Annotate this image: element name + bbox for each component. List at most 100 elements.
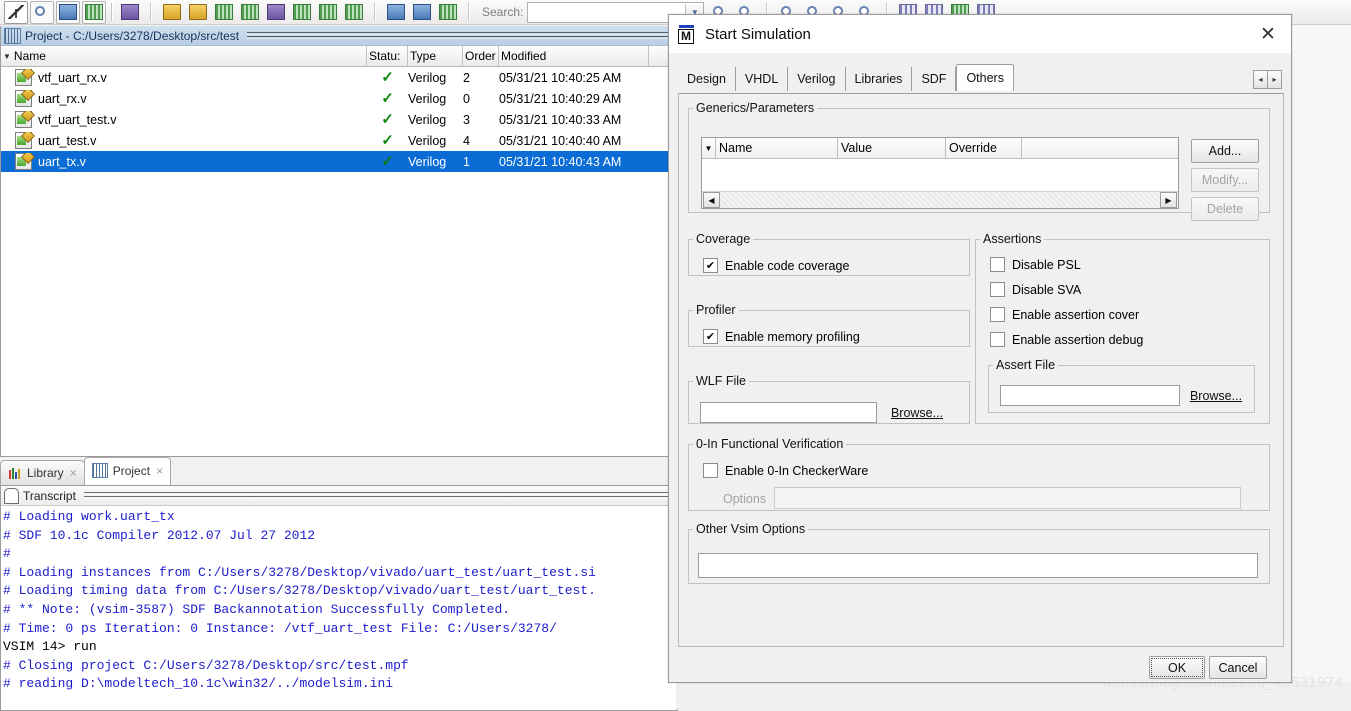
enable-memory-profiling-checkbox[interactable]: ✔ Enable memory profiling: [703, 329, 860, 344]
cell-order: 0: [463, 92, 499, 106]
transcript-line: # Loading instances from C:/Users/3278/D…: [3, 564, 596, 580]
disable-psl-checkbox[interactable]: Disable PSL: [990, 257, 1081, 272]
pan-icon[interactable]: [56, 0, 80, 24]
generics-table[interactable]: ▼ Name Value Override ◀ ▶: [701, 137, 1179, 209]
table-row[interactable]: uart_tx.v ✓ Verilog 1 05/31/21 10:40:43 AM: [1, 151, 677, 172]
enable-assertion-cover-checkbox[interactable]: Enable assertion cover: [990, 307, 1139, 322]
cell-order: 3: [463, 113, 499, 127]
table-row[interactable]: vtf_uart_rx.v ✓ Verilog 2 05/31/21 10:40:25 …: [1, 67, 677, 88]
transcript-icon: [4, 487, 19, 504]
zero-in-options-input: [774, 487, 1241, 509]
file-order: 0: [463, 91, 470, 106]
column-header-order[interactable]: Order: [463, 46, 499, 66]
scroll-left-icon[interactable]: ◀: [703, 192, 720, 208]
coverage-group: Coverage ✔ Enable code coverage: [688, 232, 970, 276]
run-icon[interactable]: [384, 1, 408, 24]
column-header-name[interactable]: ▼ Name: [1, 46, 367, 66]
step-out-icon[interactable]: [342, 1, 366, 24]
generics-col-override[interactable]: Override: [946, 138, 1022, 158]
assertions-group: Assertions Disable PSL Disable SVA Enabl…: [975, 232, 1270, 424]
file-type: Verilog: [408, 154, 447, 169]
cancel-button[interactable]: Cancel: [1209, 656, 1267, 679]
scroll-right-icon[interactable]: ▶: [1160, 192, 1177, 208]
verilog-file-icon: [15, 153, 32, 170]
tab-scroll-right-icon[interactable]: ▸: [1268, 70, 1282, 89]
simulate-down-icon[interactable]: [238, 1, 262, 24]
cell-type: Verilog: [408, 71, 463, 85]
tab-others[interactable]: Others: [956, 64, 1014, 91]
close-icon[interactable]: ×: [70, 466, 77, 480]
assert-file-browse-button[interactable]: Browse...: [1185, 385, 1247, 406]
generics-col-name[interactable]: Name: [716, 138, 838, 158]
column-header-modified[interactable]: Modified: [499, 46, 649, 66]
generics-sort-icon[interactable]: ▼: [702, 138, 716, 158]
step-icon[interactable]: [264, 1, 288, 24]
tab-verilog[interactable]: Verilog: [788, 67, 846, 91]
panel-tab-library[interactable]: Library ×: [0, 460, 85, 485]
wlf-file-input[interactable]: [700, 402, 877, 423]
panel-tab-project[interactable]: Project ×: [83, 457, 172, 485]
cell-modified: 05/31/21 10:40:25 AM: [499, 71, 649, 85]
zoom-select-icon[interactable]: [30, 0, 54, 24]
generics-rows[interactable]: [702, 159, 1178, 192]
cell-name: vtf_uart_test.v: [1, 111, 367, 128]
dialog-titlebar[interactable]: M Start Simulation ✕: [669, 15, 1291, 53]
file-modified: 05/31/21 10:40:43 AM: [499, 154, 622, 169]
tab-design[interactable]: Design: [678, 67, 736, 91]
compile-icon[interactable]: [160, 1, 184, 24]
enable-0in-checkerware-checkbox[interactable]: Enable 0-In CheckerWare: [703, 463, 868, 478]
file-name: uart_rx.v: [38, 91, 87, 106]
status-check-icon: ✓: [381, 133, 394, 148]
checkbox-box: ✔: [703, 329, 718, 344]
enable-assertion-debug-checkbox[interactable]: Enable assertion debug: [990, 332, 1143, 347]
status-strip: [676, 681, 1351, 709]
cell-order: 4: [463, 134, 499, 148]
grid-select-icon[interactable]: [82, 0, 106, 24]
add-button[interactable]: Add...: [1191, 139, 1259, 163]
assert-file-input[interactable]: [1000, 385, 1180, 406]
transcript-titlebar[interactable]: Transcript: [1, 486, 677, 506]
generics-col-value[interactable]: Value: [838, 138, 946, 158]
tab-sdf[interactable]: SDF: [912, 67, 957, 91]
disable-sva-checkbox[interactable]: Disable SVA: [990, 282, 1081, 297]
cell-modified: 05/31/21 10:40:33 AM: [499, 113, 649, 127]
project-panel-titlebar[interactable]: Project - C:/Users/3278/Desktop/src/test: [1, 26, 677, 46]
tab-vhdl[interactable]: VHDL: [736, 67, 789, 91]
sort-descending-icon: ▼: [3, 51, 11, 61]
cell-type: Verilog: [408, 113, 463, 127]
file-modified: 05/31/21 10:40:25 AM: [499, 70, 622, 85]
transcript-line: # SDF 10.1c Compiler 2012.07 Jul 27 2012: [3, 527, 316, 543]
ok-button[interactable]: OK: [1149, 656, 1205, 679]
modelsim-main-window: Search: ▼ Project - C:/Users/3278/Deskto…: [0, 0, 1351, 711]
cell-modified: 05/31/21 10:40:43 AM: [499, 155, 649, 169]
file-type: Verilog: [408, 112, 447, 127]
close-icon[interactable]: ✕: [1253, 21, 1283, 47]
close-icon[interactable]: ×: [156, 464, 163, 478]
traffic-signal-icon[interactable]: [118, 1, 142, 24]
tab-libraries[interactable]: Libraries: [846, 67, 913, 91]
column-header-status[interactable]: Statu:: [367, 46, 408, 66]
column-header-type[interactable]: Type: [408, 46, 463, 66]
table-row[interactable]: uart_rx.v ✓ Verilog 0 05/31/21 10:40:29 AM: [1, 88, 677, 109]
checkbox-label: Disable PSL: [1012, 257, 1081, 272]
simulate-icon[interactable]: [212, 1, 236, 24]
cell-order: 2: [463, 71, 499, 85]
transcript-output[interactable]: # Loading work.uart_tx # SDF 10.1c Compil…: [1, 506, 677, 711]
search-label: Search:: [482, 5, 524, 19]
wlf-browse-button[interactable]: Browse...: [882, 402, 952, 423]
other-vsim-options-input[interactable]: [698, 553, 1258, 578]
compile-all-icon[interactable]: [186, 1, 210, 24]
step-into-icon[interactable]: [290, 1, 314, 24]
delete-button: Delete: [1191, 197, 1259, 221]
restart-icon[interactable]: [436, 1, 460, 24]
run-continue-icon[interactable]: [410, 1, 434, 24]
table-row[interactable]: uart_test.v ✓ Verilog 4 05/31/21 10:40:40 AM: [1, 130, 677, 151]
column-header-label: Type: [410, 49, 437, 63]
generics-hscrollbar[interactable]: ◀ ▶: [702, 191, 1178, 208]
table-row[interactable]: vtf_uart_test.v ✓ Verilog 3 05/31/21 10:40:3…: [1, 109, 677, 130]
step-over-icon[interactable]: [316, 1, 340, 24]
select-arrow-icon[interactable]: [4, 0, 28, 24]
enable-code-coverage-checkbox[interactable]: ✔ Enable code coverage: [703, 258, 849, 273]
tab-scroll-left-icon[interactable]: ◂: [1253, 70, 1268, 89]
project-icon: [91, 463, 108, 478]
